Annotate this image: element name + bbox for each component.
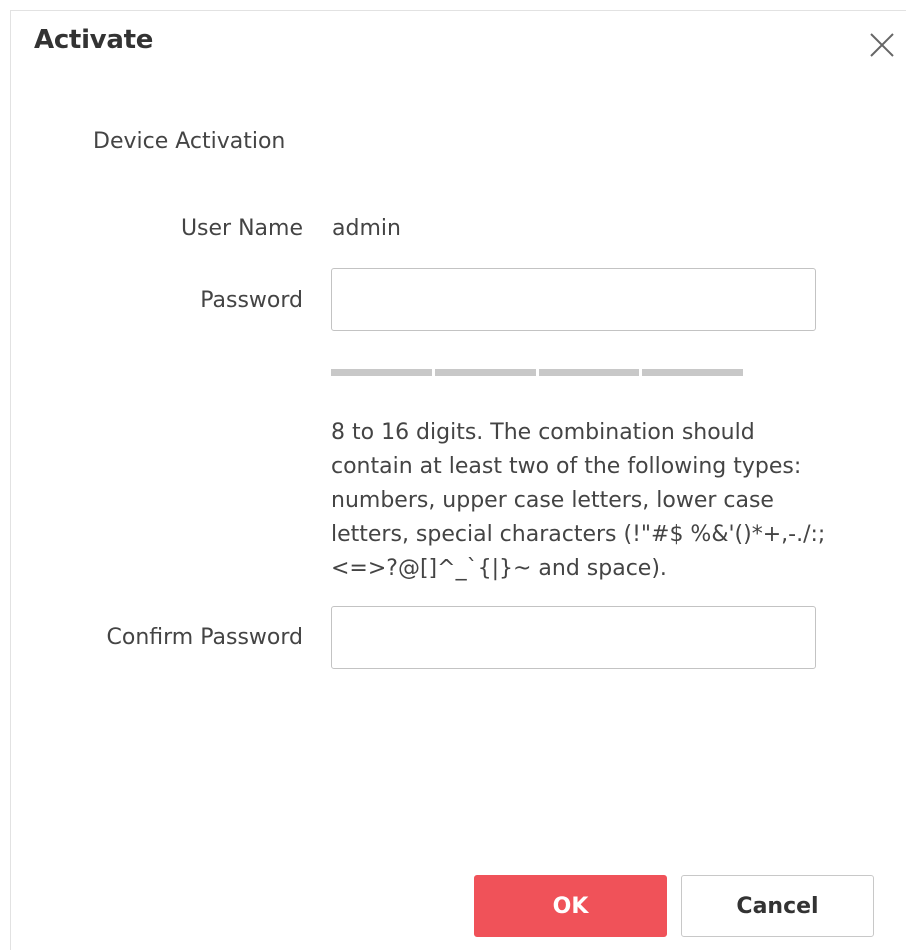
user-name-label: User Name (180, 216, 303, 241)
close-icon[interactable] (869, 32, 895, 58)
cancel-button[interactable]: Cancel (681, 875, 874, 937)
strength-segment (538, 369, 640, 376)
confirm-password-label: Confirm Password (106, 625, 303, 650)
ok-button[interactable]: OK (474, 875, 667, 937)
strength-segment (331, 369, 432, 376)
strength-segment (434, 369, 536, 376)
activate-dialog: Activate Device Activation User Name adm… (10, 10, 906, 950)
password-strength-meter (331, 369, 743, 376)
password-label: Password (200, 288, 303, 313)
section-title: Device Activation (93, 129, 286, 154)
password-field[interactable] (331, 268, 816, 331)
user-name-value: admin (332, 216, 401, 241)
confirm-password-field[interactable] (331, 606, 816, 669)
password-hint: 8 to 16 digits. The combination should c… (331, 420, 826, 581)
strength-segment (642, 369, 743, 376)
dialog-title: Activate (34, 25, 154, 55)
